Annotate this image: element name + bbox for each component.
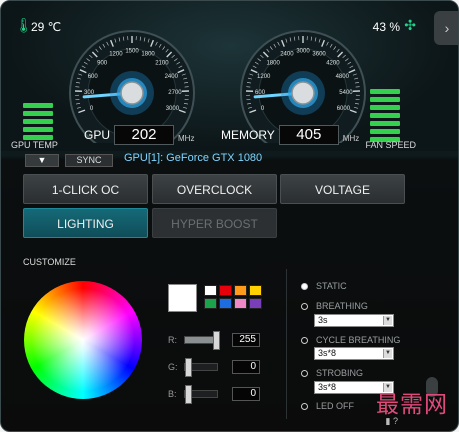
- mode-breathing[interactable]: BREATHING: [301, 301, 368, 311]
- fan-icon: ✣: [404, 17, 416, 33]
- color-swatch[interactable]: [249, 285, 262, 296]
- gpu-gauge-tick-label: 900: [97, 61, 108, 67]
- static-radio[interactable]: [301, 283, 308, 291]
- mode-cycle-breathing[interactable]: CYCLE BREATHING: [301, 335, 400, 345]
- gpu-clock-unit: MHz: [178, 133, 195, 143]
- memory-gauge-tick-label: 2400: [280, 52, 294, 58]
- tab-voltage[interactable]: VOLTAGE: [280, 174, 405, 204]
- watermark: 最需网: [376, 392, 448, 418]
- expand-panel-icon[interactable]: ›: [434, 11, 458, 45]
- red-value[interactable]: 255: [232, 333, 260, 347]
- gpu-gauge-hub: [120, 81, 144, 105]
- red-label: R:: [168, 335, 177, 345]
- gpu-label: GPU: [84, 128, 111, 142]
- memory-gauge-hub: [291, 81, 315, 105]
- selected-color-preview: [168, 284, 197, 312]
- color-wheel[interactable]: [24, 281, 142, 399]
- mode-led-off[interactable]: LED OFF: [301, 401, 354, 411]
- gpu-gauge-tick-label: 2100: [155, 61, 169, 67]
- memory-gauge-tick-label: 4800: [336, 74, 350, 80]
- gpu-dropdown-button[interactable]: ▼: [25, 154, 59, 167]
- gpu-gauge-tick-label: 600: [88, 74, 99, 80]
- green-label: G:: [168, 362, 178, 372]
- cycle-speed-select[interactable]: 3s*8 ▼: [314, 347, 394, 360]
- static-label: STATIC: [316, 281, 347, 291]
- gpu-gauge-tick-label: 1500: [125, 49, 139, 55]
- memory-gauge-tick-label: 3600: [312, 52, 326, 58]
- memory-clock-value: 405: [278, 125, 339, 145]
- color-swatch[interactable]: [204, 285, 217, 296]
- blue-slider-row: B: 0: [168, 385, 260, 404]
- breathing-speed-select[interactable]: 3s ▼: [314, 314, 394, 327]
- color-swatch[interactable]: [219, 298, 232, 309]
- device-selector-row: ▼ SYNC GPU[1]: GeForce GTX 1080: [1, 151, 458, 171]
- mode-static[interactable]: STATIC: [301, 281, 347, 291]
- cycle-label: CYCLE BREATHING: [316, 335, 401, 345]
- gpu-gauge-tick-label: 1200: [109, 52, 123, 58]
- cycle-speed-value: 3s*8: [318, 348, 337, 358]
- gpu-gauge-tick-label: 3000: [166, 106, 180, 112]
- gpu-temp-bars: [23, 103, 53, 140]
- gpu-clock-readout: GPU 202 MHz: [84, 125, 194, 145]
- color-swatch-grid: [204, 285, 262, 309]
- memory-gauge-tick-label: 1800: [266, 61, 280, 67]
- red-slider[interactable]: [184, 331, 220, 350]
- blue-value[interactable]: 0: [232, 387, 260, 401]
- tab-overclock[interactable]: OVERCLOCK: [152, 174, 277, 204]
- mode-strobing[interactable]: STROBING: [301, 368, 363, 378]
- gpu-gauge-tick-label: 2700: [168, 90, 182, 96]
- color-swatch[interactable]: [204, 298, 217, 309]
- strobing-radio[interactable]: [301, 370, 308, 378]
- gpu-clock-value: 202: [114, 125, 175, 145]
- memory-gauge-tick-label: 6000: [337, 106, 351, 112]
- strobing-speed-value: 3s*8: [318, 382, 337, 392]
- color-swatch[interactable]: [234, 285, 247, 296]
- customize-label: CUSTOMIZE: [23, 257, 76, 267]
- blue-label: B:: [168, 389, 177, 399]
- breathing-label: BREATHING: [316, 301, 368, 311]
- green-slider-row: G: 0: [168, 358, 260, 377]
- breathing-radio[interactable]: [301, 303, 308, 311]
- memory-clock-readout: MEMORY 405 MHz: [221, 125, 359, 145]
- gpu-gauge-tick-label: 2400: [165, 74, 179, 80]
- gpu-gauge-tick-label: 1800: [141, 52, 155, 58]
- green-value[interactable]: 0: [232, 360, 260, 374]
- memory-gauge-tick-label: 4200: [326, 61, 340, 67]
- memory-label: MEMORY: [221, 128, 275, 142]
- chevron-down-icon: ▼: [383, 316, 392, 325]
- gpu-name: GPU[1]: GeForce GTX 1080: [124, 152, 263, 164]
- color-swatch[interactable]: [249, 298, 262, 309]
- memory-clock-unit: MHz: [342, 133, 360, 143]
- tab-hyper-boost: HYPER BOOST: [152, 208, 277, 238]
- led-off-radio[interactable]: [301, 403, 308, 411]
- gpu-temp-label: GPU TEMP: [11, 140, 58, 150]
- led-off-label: LED OFF: [316, 401, 355, 411]
- memory-gauge-tick-label: 5400: [339, 90, 353, 96]
- cycle-radio[interactable]: [301, 337, 308, 345]
- memory-gauge-tick-label: 1200: [257, 74, 271, 80]
- divider: [286, 269, 287, 419]
- memory-gauge-tick-label: 3000: [296, 49, 310, 55]
- blue-slider[interactable]: [184, 385, 218, 404]
- monitoring-panel: 🌡 29 ℃ 43 % ✣ › GPU TEMP FAN SPEED 0 300 6…: [1, 1, 458, 151]
- tab-lighting[interactable]: LIGHTING: [23, 208, 148, 238]
- chevron-down-icon: ▼: [383, 349, 392, 358]
- afterburner-window: 🌡 29 ℃ 43 % ✣ › GPU TEMP FAN SPEED 0 300 6…: [0, 0, 459, 432]
- red-slider-row: R: 255: [168, 331, 260, 350]
- color-swatch[interactable]: [234, 298, 247, 309]
- color-swatch[interactable]: [219, 285, 232, 296]
- tab-one-click-oc[interactable]: 1-CLICK OC: [23, 174, 148, 204]
- green-slider[interactable]: [184, 358, 218, 377]
- sync-button[interactable]: SYNC: [65, 154, 113, 167]
- strobing-label: STROBING: [316, 368, 364, 378]
- breathing-speed-value: 3s: [318, 315, 328, 325]
